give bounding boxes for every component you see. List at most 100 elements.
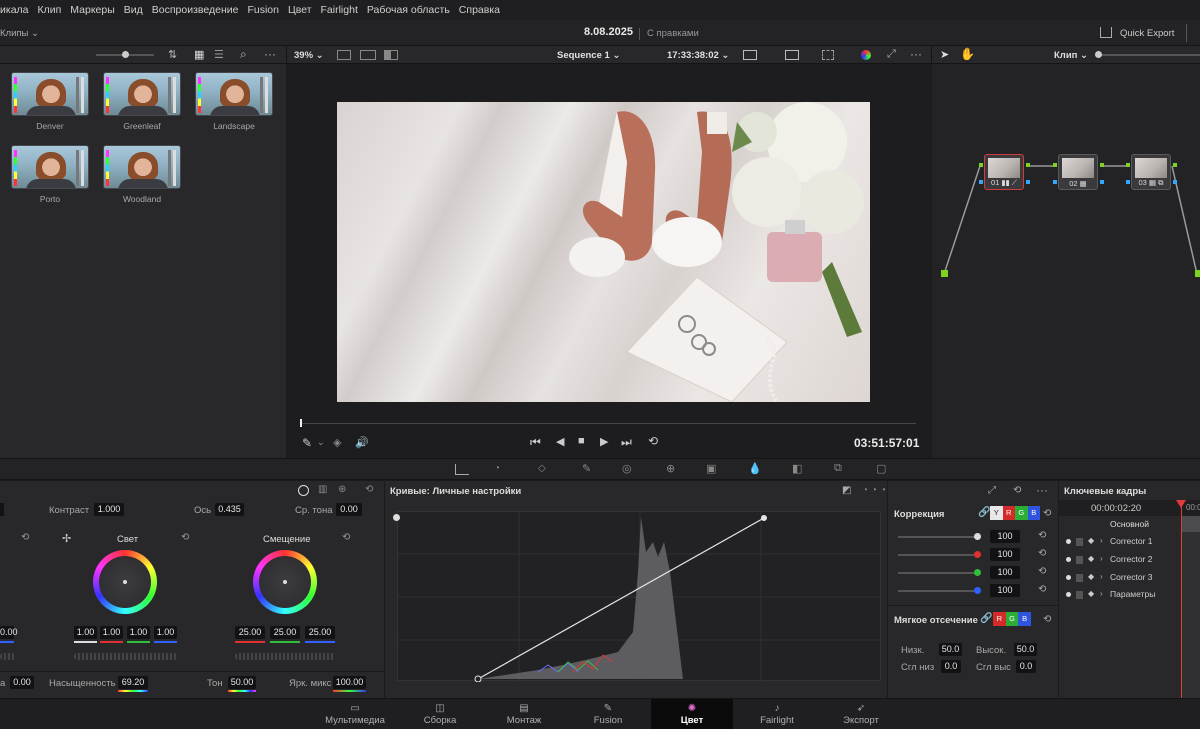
curve-handle-icon[interactable] [393,514,400,521]
overlay-icon[interactable] [785,50,799,60]
correction-slider[interactable] [898,554,974,556]
keyframe-diamond-icon[interactable]: ◆ [1088,572,1094,581]
curve-type-icon[interactable]: ◩ [842,485,851,496]
play-icon[interactable]: ▶ [600,435,608,448]
keyframe-track-area[interactable] [1181,516,1200,698]
expand-icon[interactable]: ⤢ [988,485,996,496]
node-port[interactable] [979,163,983,167]
page-tab-cut[interactable]: ◫ Сборка [408,699,472,729]
chevron-right-icon[interactable]: › [1100,572,1103,581]
camera-raw-icon[interactable]: ◔ [494,463,500,474]
low-soft-field[interactable]: 0.0 [941,660,961,673]
curves-reset-icon[interactable]: ⟲ [1013,485,1021,496]
3d-icon[interactable]: ▢ [876,462,886,475]
gain-r-field[interactable]: 1.00 [100,626,123,639]
channel-g-button[interactable]: G [1015,506,1028,520]
midtone-field[interactable]: 0.00 [336,503,362,516]
node-03[interactable]: 03 ▦ ⧉ [1131,154,1171,190]
channel-y-button[interactable]: Y [990,506,1003,520]
pivot-field[interactable]: 0.435 [215,503,244,516]
correction-g-field[interactable]: 100 [990,566,1020,579]
high-soft-field[interactable]: 0.0 [1016,660,1036,673]
curves-graph[interactable] [397,511,882,683]
still-thumbnail-porto[interactable] [11,145,89,189]
log-mode-icon[interactable]: ⊕ [338,484,346,495]
scrubber-track[interactable] [300,423,916,424]
correction-slider[interactable] [898,590,974,592]
more-options-icon[interactable]: ··· [264,47,276,61]
correction-slider-handle[interactable] [974,587,981,594]
soft-clip-reset-icon[interactable]: ⟲ [1043,614,1051,625]
wipe-icon[interactable] [384,50,398,60]
list-view-icon[interactable]: ☰ [214,48,224,61]
qualifier-icon[interactable]: ✎ [582,462,591,475]
keyframe-diamond-icon[interactable]: ◆ [1088,536,1094,545]
curve-point-white[interactable] [761,515,767,521]
menu-item-fusion[interactable]: Fusion [247,4,279,16]
gain-master-wheel[interactable] [74,653,177,660]
wheels-mode-icon[interactable] [298,485,309,496]
tracker-icon[interactable]: ⊕ [666,462,675,475]
node-port[interactable] [1026,163,1030,167]
soft-b-button[interactable]: B [1018,612,1032,626]
offset-b-field[interactable]: 25.00 [305,626,335,639]
viewer-image[interactable] [337,102,870,402]
curves-more-icon[interactable]: ··· [1036,483,1048,497]
lum-mix-field[interactable]: 100.00 [333,676,366,689]
menu-item-color[interactable]: Цвет [288,4,312,16]
grid-view-icon[interactable]: ▦ [194,48,204,61]
sizing-icon[interactable]: ⧉ [834,462,842,475]
row-reset-icon[interactable]: ⟲ [1038,548,1046,559]
row-reset-icon[interactable]: ⟲ [1038,584,1046,595]
page-tab-color[interactable]: ✺ Цвет [651,699,733,729]
page-tab-fairlight[interactable]: ♪ Fairlight [745,699,809,729]
window-icon[interactable]: ◎ [622,462,632,475]
still-thumbnail-denver[interactable] [11,72,89,116]
node-port[interactable] [1126,163,1130,167]
reset-icon[interactable]: ⟲ [365,484,373,495]
node-port[interactable] [1053,163,1057,167]
partial-field[interactable] [0,503,4,516]
high-clip-field[interactable]: 50.0 [1014,643,1037,656]
menu-item-view[interactable]: Вид [124,4,143,16]
sequence-dropdown[interactable]: Sequence 1 ⌄ [557,50,620,61]
volume-icon[interactable]: 🔊 [355,436,369,449]
node-port[interactable] [1100,180,1104,184]
offset-color-wheel[interactable] [253,550,317,614]
node-zoom-slider[interactable] [1098,54,1200,56]
gain-color-wheel[interactable] [93,550,157,614]
fullscreen-icon[interactable]: ⤢ [887,48,896,61]
scrubber-playhead[interactable] [300,419,302,427]
color-match-icon[interactable]: ◇ [538,463,546,474]
node-01[interactable]: 01 ▮▮ ⟋ [984,154,1024,190]
keyframe-enable-dot[interactable] [1066,557,1071,562]
page-tab-media[interactable]: ▭ Мультимедиа [318,699,392,729]
still-thumbnail-woodland[interactable] [103,145,181,189]
loop-icon[interactable]: ⟲ [648,434,658,448]
key-icon[interactable]: ◧ [792,462,802,475]
keyframe-enable-dot[interactable] [1066,592,1071,597]
keyframe-enable-dot[interactable] [1066,539,1071,544]
node-input-port[interactable] [941,270,948,277]
soft-r-button[interactable]: R [993,612,1006,626]
correction-reset-icon[interactable]: ⟲ [1043,508,1051,519]
node-02[interactable]: 02 ▦ [1058,154,1098,190]
gain-g-field[interactable]: 1.00 [127,626,150,639]
partial-wheel-value[interactable]: 0.00 [0,626,18,639]
correction-b-field[interactable]: 100 [990,584,1020,597]
correction-slider-handle[interactable] [974,551,981,558]
link-icon[interactable]: 🔗 [978,507,990,518]
chevron-right-icon[interactable]: › [1100,589,1103,598]
correction-slider-handle[interactable] [974,533,981,540]
menu-item-workspace[interactable]: Рабочая область [367,4,450,16]
keyframe-row[interactable]: ◆ › Corrector 3 [1062,571,1180,587]
viewer-mode-icon[interactable] [743,50,757,60]
layers-icon[interactable]: ◈ [333,436,341,449]
magic-mask-icon[interactable]: ▣ [706,462,716,475]
bars-mode-icon[interactable]: ▥ [318,484,327,495]
partial-master-wheel[interactable] [0,653,15,660]
node-port[interactable] [1026,180,1030,184]
single-viewer-icon[interactable] [337,50,351,60]
keyframe-lock-icon[interactable] [1076,591,1083,599]
node-output-port[interactable] [1195,270,1200,277]
